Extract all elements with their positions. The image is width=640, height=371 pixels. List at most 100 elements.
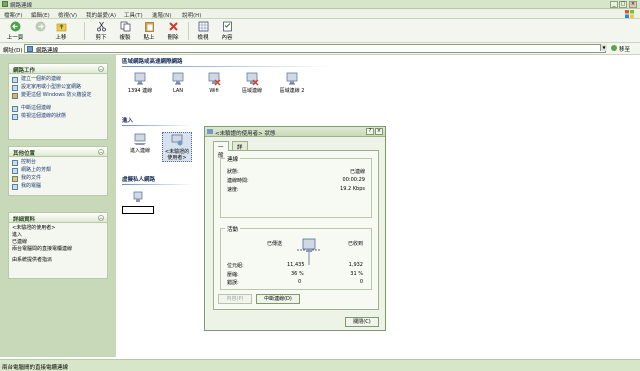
- address-bar: 網址(D) 網路連線 ▼ 移至: [0, 43, 640, 55]
- task-label: 中斷這個連線: [21, 105, 52, 111]
- address-dropdown-button[interactable]: ▼: [600, 44, 607, 51]
- scissors-icon: [96, 21, 106, 32]
- collapse-chevron-icon[interactable]: ︽: [98, 66, 104, 72]
- copy-icon: [120, 21, 130, 32]
- status-value: 已連線: [349, 169, 365, 175]
- place-my-computer[interactable]: 我的電腦: [12, 183, 104, 191]
- details-assigned: 由系統提供者指派: [12, 257, 53, 263]
- window-title: 網路連線: [10, 3, 33, 9]
- vpn-section-header: 虛擬私人網路: [122, 177, 156, 183]
- go-button[interactable]: 移至: [619, 45, 630, 53]
- collapse-chevron-icon[interactable]: ︽: [98, 215, 104, 221]
- minimize-button[interactable]: _: [610, 1, 618, 8]
- place-label: 控制台: [21, 159, 37, 165]
- task-home-network[interactable]: 設定家用或小型辦公室網路: [12, 84, 104, 92]
- connection-label: 區域連線: [241, 88, 262, 94]
- paste-button[interactable]: 貼上: [140, 21, 158, 41]
- up-button[interactable]: 上移: [52, 21, 70, 41]
- duration-value: 00:00:29: [342, 177, 365, 183]
- task-view-status[interactable]: 檢視這個連線的狀態: [12, 113, 104, 121]
- compression-sent-value: 36 %: [291, 271, 304, 277]
- views-button[interactable]: 檢視: [194, 21, 212, 41]
- copy-label: 複製: [119, 35, 131, 41]
- menu-tools[interactable]: 工具(T): [124, 11, 143, 19]
- place-control-panel[interactable]: 控制台: [12, 159, 104, 167]
- menu-file[interactable]: 檔案(F): [4, 11, 22, 19]
- dialog-close-button[interactable]: ×: [375, 128, 383, 135]
- connection-1394[interactable]: 1394 連線: [122, 72, 158, 94]
- clipboard-icon: [144, 22, 154, 32]
- connection-local-2[interactable]: 區域連線 2: [272, 72, 312, 94]
- network-tasks-title: 網路工作: [13, 68, 36, 74]
- windows-logo-icon: [625, 10, 634, 18]
- close-dialog-button[interactable]: 關閉(C): [345, 317, 379, 327]
- connection-vpn[interactable]: [122, 190, 154, 214]
- place-label: 我的文件: [21, 175, 42, 181]
- forward-button[interactable]: [34, 21, 46, 41]
- incoming-section-header: 進入: [122, 118, 134, 124]
- properties-button[interactable]: 內容(P): [218, 294, 252, 304]
- connection-wifi[interactable]: Wifi: [196, 72, 232, 94]
- cut-button[interactable]: 剪下: [92, 21, 110, 41]
- views-grid-icon: [198, 21, 208, 32]
- place-label: 網路上的芳鄰: [21, 167, 52, 173]
- details-header[interactable]: 詳細資料 ︽: [9, 213, 107, 223]
- control-panel-icon: [12, 160, 18, 166]
- details-name: <未驗證的使用者>: [12, 225, 56, 231]
- connection-label: LAN: [172, 88, 184, 94]
- maximize-button[interactable]: □: [619, 1, 627, 8]
- other-places-header[interactable]: 其他位置 ︽: [9, 147, 107, 157]
- back-arrow-icon: [10, 21, 20, 32]
- details-panel: 詳細資料 ︽ <未驗證的使用者> 進入 已連線 兩台電腦間的直接電纜連線 由系統…: [8, 212, 108, 279]
- task-pane: 網路工作 ︽ 建立一個新的連線 設定家用或小型辦公室網路 變更這個 Window…: [0, 55, 116, 357]
- menu-view[interactable]: 檢視(V): [58, 11, 77, 19]
- menu-favorites[interactable]: 我的最愛(A): [86, 11, 116, 19]
- other-places-title: 其他位置: [13, 151, 36, 157]
- connection-label: 區域連線 2: [279, 88, 305, 94]
- disconnect-button[interactable]: 中斷連線(D): [256, 294, 300, 304]
- back-button[interactable]: 上一頁: [4, 21, 26, 41]
- bytes-received-value: 1,932: [348, 262, 363, 268]
- go-arrow-icon[interactable]: [611, 45, 617, 51]
- connection-local[interactable]: 區域連線: [234, 72, 270, 94]
- collapse-chevron-icon[interactable]: ︽: [98, 149, 104, 155]
- copy-button[interactable]: 複製: [116, 21, 134, 41]
- task-disconnect[interactable]: 中斷這個連線: [12, 105, 104, 113]
- delete-x-icon: [168, 22, 178, 31]
- dialog-title-bar[interactable]: <未驗證的使用者> 狀態 ? ×: [205, 127, 385, 137]
- menu-advanced[interactable]: 進階(N): [152, 11, 171, 19]
- connection-unauthenticated-user[interactable]: <未驗證的使用者>: [162, 132, 192, 162]
- delete-button[interactable]: 刪除: [164, 21, 182, 41]
- task-firewall-settings[interactable]: 變更這個 Windows 防火牆設定: [12, 92, 104, 105]
- speed-label: 速度:: [227, 187, 239, 193]
- lan-section-header: 區域網路或高速網際網路: [122, 59, 183, 65]
- address-input[interactable]: 網路連線: [24, 44, 606, 54]
- sent-label: 已傳送: [267, 241, 283, 247]
- connection-incoming[interactable]: 進入連線: [122, 132, 158, 154]
- menu-help[interactable]: 說明(H): [182, 11, 201, 19]
- dialog-help-button[interactable]: ?: [366, 128, 374, 135]
- menu-edit[interactable]: 編輯(E): [31, 11, 50, 19]
- firewall-icon: [12, 93, 18, 99]
- connection-label: 1394 連線: [127, 88, 153, 94]
- task-create-connection[interactable]: 建立一個新的連線: [12, 76, 104, 84]
- details-status: 已連線: [12, 239, 28, 245]
- errors-received-value: 0: [359, 279, 363, 285]
- tab-general[interactable]: 一般: [213, 141, 229, 159]
- user-connection-icon: [171, 134, 183, 146]
- incoming-connection-icon: [134, 133, 146, 145]
- place-network-neighborhood[interactable]: 網路上的芳鄰: [12, 167, 104, 175]
- connection-lan[interactable]: LAN: [160, 72, 196, 94]
- status-dialog: <未驗證的使用者> 狀態 ? × 一般 詳細資料 連線 狀態: 已連線 連線時間…: [204, 126, 386, 331]
- close-button[interactable]: ×: [629, 1, 637, 8]
- properties-button[interactable]: 內容: [218, 21, 236, 41]
- network-connections-icon[interactable]: [2, 1, 8, 7]
- rename-field[interactable]: [122, 206, 154, 214]
- home-network-icon: [12, 85, 18, 91]
- place-my-documents[interactable]: 我的文件: [12, 175, 104, 183]
- delete-label: 刪除: [167, 35, 179, 41]
- tab-details[interactable]: 詳細資料: [232, 141, 248, 175]
- computer-icon: [12, 184, 18, 190]
- place-label: 我的電腦: [21, 183, 42, 189]
- network-tasks-header[interactable]: 網路工作 ︽: [9, 64, 107, 74]
